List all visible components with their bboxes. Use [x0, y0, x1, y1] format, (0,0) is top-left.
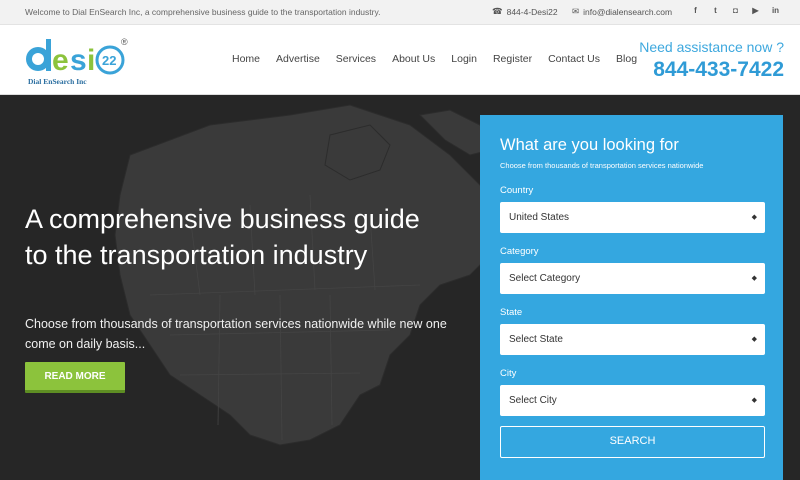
category-label: Category [500, 246, 539, 257]
nav-contact-us[interactable]: Contact Us [540, 53, 608, 65]
select-arrows-icon: ◆ [751, 275, 757, 282]
welcome-text: Welcome to Dial EnSearch Inc, a comprehe… [25, 7, 381, 17]
logo-badge: 22 [102, 53, 116, 68]
facebook-icon[interactable]: f [690, 5, 701, 17]
search-panel-title: What are you looking for [500, 136, 679, 154]
select-arrows-icon: ◆ [751, 336, 757, 343]
youtube-icon[interactable]: ▶ [750, 5, 761, 17]
top-phone-text: 844-4-Desi22 [506, 6, 558, 17]
city-select[interactable]: Select City ◆ [500, 385, 765, 416]
nav-register[interactable]: Register [485, 53, 540, 65]
main-nav: Home Advertise Services About Us Login R… [224, 53, 645, 65]
svg-text:s: s [70, 44, 87, 77]
twitter-icon[interactable]: t [710, 5, 721, 17]
city-label: City [500, 368, 517, 379]
hero-title: A comprehensive business guide to the tr… [25, 204, 420, 270]
logo-registered: ® [121, 37, 128, 47]
search-button[interactable]: SEARCH [500, 426, 765, 458]
north-america-map-image [114, 104, 501, 446]
select-arrows-icon: ◆ [751, 214, 757, 221]
top-bar: Welcome to Dial EnSearch Inc, a comprehe… [0, 0, 800, 25]
select-arrows-icon: ◆ [751, 397, 757, 404]
social-links: f t ◘ ▶ in [690, 5, 781, 17]
site-logo[interactable]: desi e s i 22 ® Dial EnSearch Inc [24, 33, 139, 88]
assistance-block: Need assistance now ? 844-433-7422 [639, 39, 784, 82]
top-phone[interactable]: ☎ 844-4-Desi22 [492, 6, 558, 17]
city-select-value: Select City [509, 395, 557, 406]
category-select[interactable]: Select Category ◆ [500, 263, 765, 294]
country-select-value: United States [509, 212, 570, 223]
nav-home[interactable]: Home [224, 53, 268, 65]
state-select-value: Select State [509, 334, 563, 345]
svg-text:e: e [52, 44, 69, 77]
country-label: Country [500, 185, 534, 196]
top-email-text: info@dialensearch.com [583, 6, 673, 17]
country-select[interactable]: United States ◆ [500, 202, 765, 233]
top-email[interactable]: ✉ info@dialensearch.com [572, 6, 672, 17]
state-select[interactable]: Select State ◆ [500, 324, 765, 355]
hero-subtitle: Choose from thousands of transportation … [25, 317, 447, 351]
mail-icon: ✉ [572, 6, 580, 16]
instagram-icon[interactable]: ◘ [730, 5, 741, 17]
nav-advertise[interactable]: Advertise [268, 53, 328, 65]
category-select-value: Select Category [509, 273, 581, 284]
assistance-phone[interactable]: 844-433-7422 [639, 58, 784, 82]
assistance-question: Need assistance now ? [639, 39, 784, 55]
nav-login[interactable]: Login [443, 53, 485, 65]
linkedin-icon[interactable]: in [770, 5, 781, 17]
svg-text:i: i [87, 44, 95, 77]
nav-services[interactable]: Services [328, 53, 384, 65]
search-panel-subtitle: Choose from thousands of transportation … [500, 161, 704, 170]
phone-icon: ☎ [492, 6, 503, 16]
read-more-button[interactable]: READ MORE [25, 362, 125, 393]
state-label: State [500, 307, 523, 318]
search-panel: What are you looking for Choose from tho… [480, 115, 783, 480]
logo-tagline: Dial EnSearch Inc [28, 77, 87, 86]
site-header: desi e s i 22 ® Dial EnSearch Inc Home A… [0, 25, 800, 95]
nav-about-us[interactable]: About Us [384, 53, 443, 65]
